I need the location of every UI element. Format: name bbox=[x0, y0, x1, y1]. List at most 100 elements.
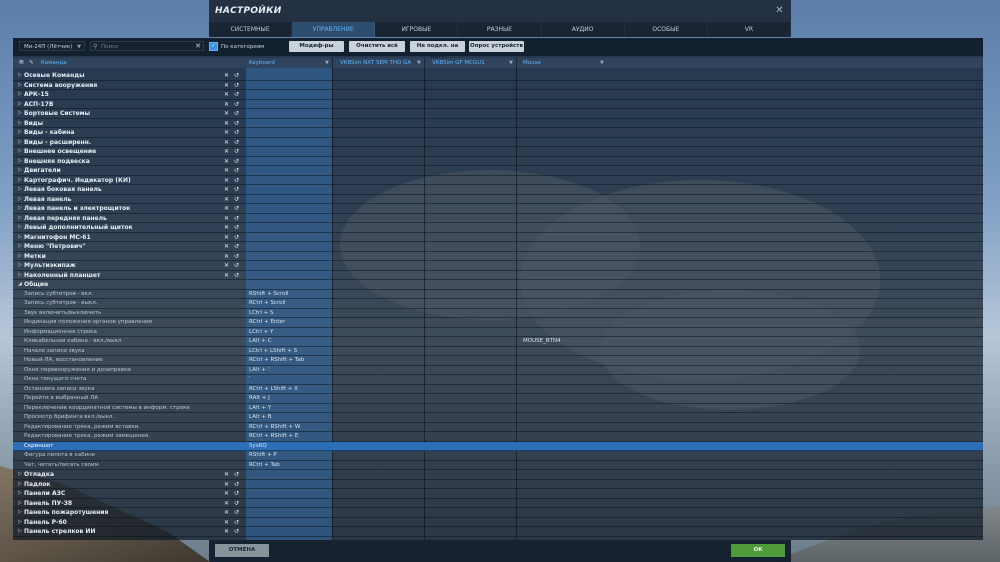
binding-row[interactable]: Информационная строка LCtrl + Y bbox=[13, 328, 983, 337]
binding-row[interactable]: Начало записи звука LCtrl + LShift + S bbox=[13, 347, 983, 356]
expand-arrow-icon[interactable]: ▷ bbox=[18, 157, 22, 166]
reset-category-icon[interactable]: ↺ bbox=[234, 185, 239, 194]
clear-category-icon[interactable]: ✕ bbox=[224, 508, 229, 517]
reset-category-icon[interactable]: ↺ bbox=[234, 223, 239, 232]
clear-category-icon[interactable]: ✕ bbox=[224, 261, 229, 270]
category-row[interactable]: ▷ Наколенный планшет ✕ ↺ bbox=[13, 271, 983, 280]
keyboard-binding[interactable]: RCtrl + RShift + Tab bbox=[249, 356, 304, 365]
clear-category-icon[interactable]: ✕ bbox=[224, 527, 229, 536]
reset-category-icon[interactable]: ↺ bbox=[234, 518, 239, 527]
category-row[interactable]: ▷ Бортовые Системы ✕ ↺ bbox=[13, 109, 983, 119]
category-row[interactable]: ▷ Левый дополнительный щиток ✕ ↺ bbox=[13, 223, 983, 233]
clear-category-icon[interactable]: ✕ bbox=[224, 128, 229, 137]
reset-category-icon[interactable]: ↺ bbox=[234, 138, 239, 147]
expand-arrow-icon[interactable]: ▷ bbox=[18, 508, 22, 517]
clear-category-icon[interactable]: ✕ bbox=[224, 204, 229, 213]
category-row[interactable]: ▷ Виды - расширенн. ✕ ↺ bbox=[13, 138, 983, 147]
binding-row[interactable]: Редактирование трека, режим замещения. RC… bbox=[13, 432, 983, 442]
expand-arrow-icon[interactable]: ▷ bbox=[18, 185, 22, 194]
keyboard-binding[interactable]: RShift + P bbox=[249, 451, 277, 460]
category-row[interactable]: ▷ Система вооружения ✕ ↺ bbox=[13, 81, 983, 90]
clear-category-icon[interactable]: ✕ bbox=[224, 271, 229, 280]
tab-audio[interactable]: АУДИО bbox=[542, 22, 625, 37]
expand-arrow-icon[interactable]: ▷ bbox=[18, 147, 22, 156]
expand-arrow-icon[interactable]: ▷ bbox=[18, 71, 22, 80]
expand-arrow-icon[interactable]: ▷ bbox=[18, 271, 22, 280]
column-command[interactable]: Команда bbox=[41, 58, 67, 68]
expand-arrow-icon[interactable]: ▷ bbox=[18, 223, 22, 232]
clear-category-icon[interactable]: ✕ bbox=[224, 71, 229, 80]
ok-button[interactable]: OK bbox=[731, 544, 785, 557]
reset-category-icon[interactable]: ↺ bbox=[234, 195, 239, 204]
reset-category-icon[interactable]: ↺ bbox=[234, 100, 239, 109]
category-row[interactable]: ◢ Общие bbox=[13, 280, 983, 290]
reset-category-icon[interactable]: ↺ bbox=[234, 90, 239, 99]
binding-row[interactable]: Звук включить/выключить LCtrl + S bbox=[13, 309, 983, 318]
keyboard-binding[interactable]: LAlt + ' bbox=[249, 366, 269, 375]
clear-category-icon[interactable]: ✕ bbox=[224, 252, 229, 261]
clear-category-icon[interactable]: ✕ bbox=[224, 518, 229, 527]
tab-special[interactable]: ОСОБЫЕ bbox=[625, 22, 708, 37]
reset-category-icon[interactable]: ↺ bbox=[234, 271, 239, 280]
expand-arrow-icon[interactable]: ▷ bbox=[18, 204, 22, 213]
poll-devices-button[interactable]: Опрос устройств bbox=[469, 41, 524, 52]
category-row[interactable]: ▷ Двигатели ✕ ↺ bbox=[13, 166, 983, 176]
category-row[interactable]: ▷ Магнитофон МС-61 ✕ ↺ bbox=[13, 233, 983, 242]
reset-category-icon[interactable]: ↺ bbox=[234, 527, 239, 536]
reset-category-icon[interactable]: ↺ bbox=[234, 128, 239, 137]
reset-category-icon[interactable]: ↺ bbox=[234, 109, 239, 118]
cancel-button[interactable]: ОТМЕНА bbox=[215, 544, 269, 557]
binding-row[interactable]: Просмотр брифинга вкл./выкл. LAlt + B bbox=[13, 413, 983, 423]
category-row[interactable]: ▷ АРК-15 ✕ ↺ bbox=[13, 90, 983, 100]
binding-row[interactable]: Скриншот SysRQ bbox=[13, 441, 983, 451]
expand-arrow-icon[interactable]: ▷ bbox=[18, 138, 22, 147]
expand-arrow-icon[interactable]: ▷ bbox=[18, 176, 22, 185]
expand-arrow-icon[interactable]: ▷ bbox=[18, 195, 22, 204]
keyboard-binding[interactable]: RCtrl + RShift + E bbox=[249, 432, 298, 441]
expand-arrow-icon[interactable]: ▷ bbox=[18, 252, 22, 261]
clear-category-icon[interactable]: ✕ bbox=[224, 90, 229, 99]
mouse-binding[interactable]: MOUSE_BTN4 bbox=[523, 337, 561, 346]
expand-arrow-icon[interactable]: ▷ bbox=[18, 90, 22, 99]
category-row[interactable]: ▷ Падлок ✕ ↺ bbox=[13, 480, 983, 489]
expand-arrow-icon[interactable]: ▷ bbox=[18, 518, 22, 527]
aircraft-select[interactable]: Ми-24П (Лётчик) ▼ bbox=[19, 41, 85, 51]
binding-row[interactable]: Кликабельная кабина - вкл./выкл LAlt + C M… bbox=[13, 337, 983, 347]
keyboard-binding[interactable]: RCtrl + LShift + X bbox=[249, 385, 298, 394]
expand-arrow-icon[interactable]: ▷ bbox=[18, 261, 22, 270]
expand-arrow-icon[interactable]: ▷ bbox=[18, 109, 22, 118]
category-row[interactable]: ▷ Виды - кабина ✕ ↺ bbox=[13, 128, 983, 138]
keyboard-binding[interactable]: LCtrl + S bbox=[249, 309, 273, 318]
clear-category-icon[interactable]: ✕ bbox=[224, 242, 229, 251]
reset-category-icon[interactable]: ↺ bbox=[234, 81, 239, 90]
column-mouse[interactable]: Mouse bbox=[523, 58, 541, 68]
expand-arrow-icon[interactable]: ▷ bbox=[18, 499, 22, 508]
category-row[interactable]: ▷ Левая боковая панель ✕ ↺ bbox=[13, 185, 983, 195]
category-row[interactable]: ▷ АСП-17В ✕ ↺ bbox=[13, 100, 983, 109]
clear-category-icon[interactable]: ✕ bbox=[224, 214, 229, 223]
reset-category-icon[interactable]: ↺ bbox=[234, 261, 239, 270]
chevron-down-icon[interactable]: ▼ bbox=[325, 58, 329, 68]
binding-row[interactable]: Запись субтитров - выкл. RCtrl + Scroll bbox=[13, 299, 983, 309]
reset-category-icon[interactable]: ↺ bbox=[234, 147, 239, 156]
binding-row[interactable]: Переключение координатной системы в инфо… bbox=[13, 404, 983, 413]
category-row[interactable]: ▷ Панель пожаротушения ✕ ↺ bbox=[13, 508, 983, 518]
category-row[interactable]: ▷ Отладка ✕ ↺ bbox=[13, 470, 983, 480]
reset-category-icon[interactable]: ↺ bbox=[234, 157, 239, 166]
keyboard-binding[interactable]: LAlt + C bbox=[249, 337, 272, 346]
category-row[interactable]: ▷ Картографич. Индикатор (КИ) ✕ ↺ bbox=[13, 176, 983, 185]
collapse-arrow-icon[interactable]: ◢ bbox=[18, 280, 22, 289]
reset-category-icon[interactable]: ↺ bbox=[234, 499, 239, 508]
reset-category-icon[interactable]: ↺ bbox=[234, 470, 239, 479]
expand-arrow-icon[interactable]: ▷ bbox=[18, 119, 22, 128]
binding-row[interactable]: Чат, читать/писать своим RCtrl + Tab bbox=[13, 461, 983, 470]
clear-category-icon[interactable]: ✕ bbox=[224, 109, 229, 118]
filter-icon[interactable]: ⛃ bbox=[19, 58, 24, 68]
reset-category-icon[interactable]: ↺ bbox=[234, 176, 239, 185]
column-vkb-thq[interactable]: VKBSim NXT SEM THQ GA bbox=[340, 58, 411, 68]
expand-arrow-icon[interactable]: ▷ bbox=[18, 489, 22, 498]
clear-category-icon[interactable]: ✕ bbox=[224, 185, 229, 194]
close-icon[interactable]: ✕ bbox=[774, 5, 785, 16]
category-row[interactable]: ▷ Мультиэкипаж ✕ ↺ bbox=[13, 261, 983, 271]
keyboard-binding[interactable]: LAlt + B bbox=[249, 413, 272, 422]
